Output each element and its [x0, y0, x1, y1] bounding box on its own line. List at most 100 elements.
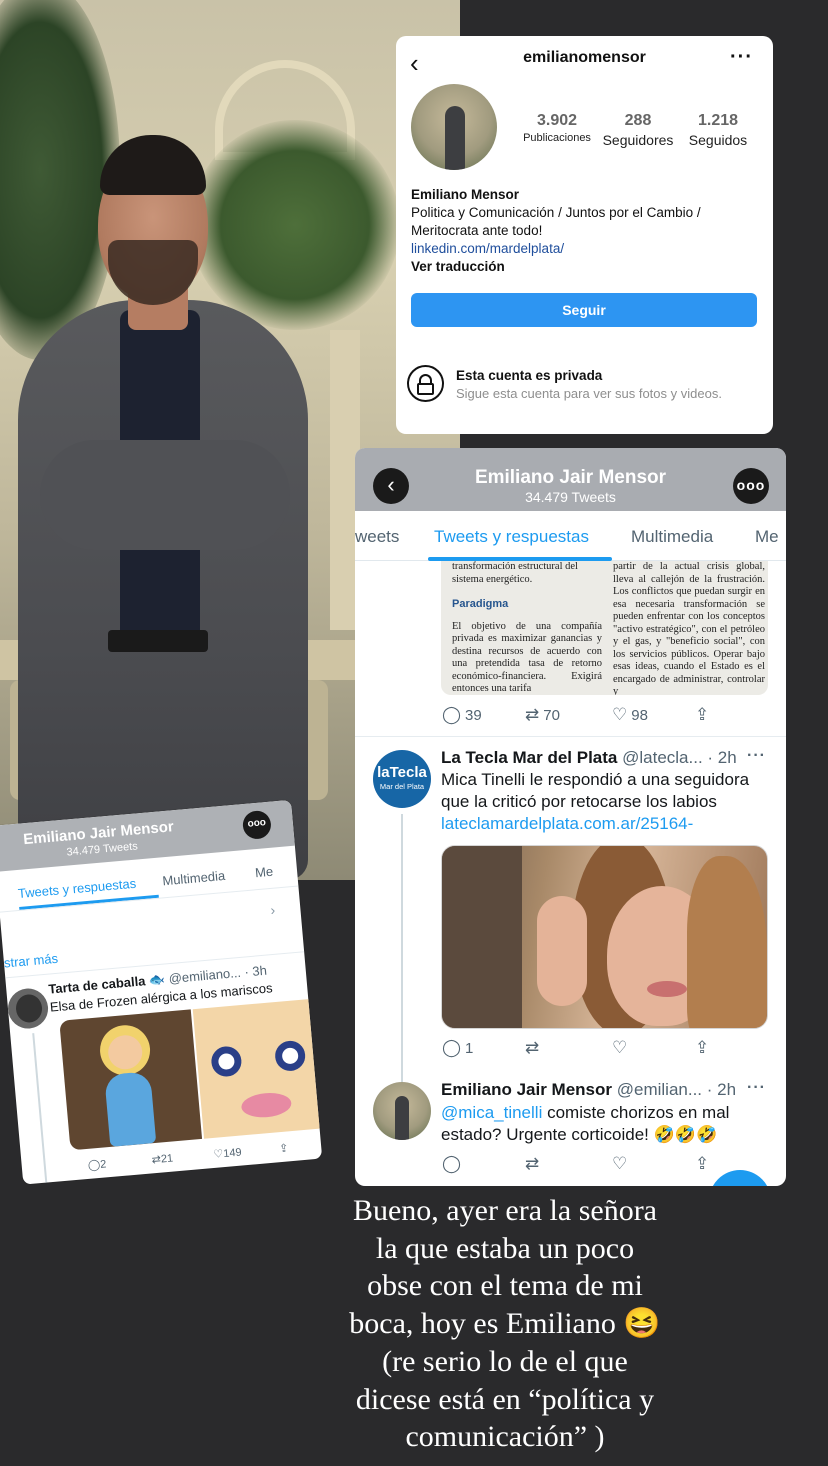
ellipsis-icon[interactable]: ooo — [733, 468, 769, 504]
share-button[interactable]: ⇪ — [279, 1141, 289, 1155]
like-button[interactable]: ♡149 — [213, 1146, 242, 1161]
share-icon: ⇪ — [695, 705, 710, 724]
newspaper-heading: Paradigma — [452, 598, 509, 610]
avatar[interactable] — [6, 986, 50, 1031]
bio-line: Meritocrata ante todo! — [411, 223, 543, 238]
share-button[interactable]: ⇪ — [695, 705, 709, 725]
tweet-handle: @emilian... · 2h — [616, 1080, 737, 1099]
ellipsis-icon[interactable]: ooo — [241, 809, 273, 841]
tab-tweets-replies[interactable]: Tweets y respuestas — [434, 527, 589, 547]
instagram-profile-card: ‹ emilianomensor ··· 3.902 Publicaciones… — [396, 36, 773, 434]
retweet-icon: ⇄ — [525, 705, 540, 724]
like-button[interactable]: ♡ — [612, 1154, 627, 1174]
twitter-small-card: Emiliano Jair Mensor 34.479 Tweets ooo T… — [0, 799, 323, 1185]
heart-icon: ♡ — [612, 1038, 628, 1057]
tweet-text: @mica_tinelli comiste chorizos en mal es… — [441, 1103, 730, 1144]
retweet-icon: ⇄ — [525, 1154, 540, 1173]
tweet-link[interactable]: lateclamardelplata.com.ar/25164- — [441, 813, 749, 835]
caption-line: obse con el tema de mi — [367, 1269, 643, 1303]
translate-link[interactable]: Ver traducción — [411, 258, 756, 276]
stat-value: 1.218 — [697, 112, 739, 129]
tweet-image[interactable] — [441, 845, 768, 1029]
mention-link[interactable]: @mica_tinelli — [441, 1103, 542, 1122]
reply-icon: ◯ — [442, 705, 462, 724]
tab-likes[interactable]: Me — [254, 864, 273, 881]
bio-name: Emiliano Mensor — [411, 187, 520, 202]
reply-count: 39 — [465, 706, 482, 724]
caption-line: (re serio lo de el que — [382, 1344, 628, 1378]
share-button[interactable]: ⇪ — [695, 1154, 709, 1174]
reply-count: 2 — [99, 1158, 107, 1171]
retweet-icon: ⇄ — [525, 1038, 540, 1057]
chevron-right-icon[interactable]: › — [270, 902, 276, 918]
tab-media[interactable]: Multimedia — [631, 527, 713, 547]
retweet-count: 70 — [543, 706, 560, 724]
reply-button[interactable]: ◯ 39 — [442, 705, 482, 725]
caption-line: dicese está en “política y — [355, 1382, 655, 1416]
profile-bio: Emiliano Mensor Politica y Comunicación … — [411, 186, 756, 276]
retweet-button[interactable]: ⇄ — [525, 1038, 539, 1058]
tweet-image[interactable] — [192, 997, 323, 1139]
tab-tweets[interactable]: weets — [355, 527, 399, 547]
compose-tweet-button[interactable] — [709, 1170, 771, 1186]
divider — [355, 736, 786, 737]
avatar[interactable] — [373, 1082, 431, 1140]
stat-value: 288 — [624, 112, 652, 129]
ellipsis-icon[interactable]: ··· — [730, 46, 753, 69]
stat-following[interactable]: 1.218 Seguidos — [683, 112, 753, 148]
tweet-text: Mica Tinelli le respondió a una seguidor… — [441, 770, 750, 835]
stat-value: 3.902 — [536, 112, 578, 129]
twitter-profile-card: ‹ Emiliano Jair Mensor 34.479 Tweets ooo… — [355, 448, 786, 1186]
stat-label: Seguidores — [602, 132, 674, 148]
reply-button[interactable]: ◯2 — [87, 1157, 107, 1172]
avatar-logo-subtext: Mar del Plata — [379, 782, 425, 791]
newspaper-image[interactable]: transformación estructural del sistema e… — [441, 561, 768, 695]
share-icon: ⇪ — [278, 1142, 289, 1156]
profile-username: emilianomensor — [523, 49, 646, 66]
avatar[interactable]: laTecla Mar del Plata — [373, 750, 431, 808]
twitter-header: ‹ Emiliano Jair Mensor 34.479 Tweets ooo — [355, 448, 786, 511]
bio-link[interactable]: linkedin.com/mardelplata/ — [411, 240, 756, 258]
tweet-count: 34.479 Tweets — [525, 489, 616, 505]
private-account-subtitle: Sigue esta cuenta para ver sus fotos y v… — [456, 386, 722, 401]
retweet-button[interactable]: ⇄ 70 — [525, 705, 560, 725]
tab-media[interactable]: Multimedia — [162, 868, 226, 888]
share-button[interactable]: ⇪ — [695, 1038, 709, 1058]
tweet-author[interactable]: La Tecla Mar del Plata @latecla... · 2h — [441, 748, 737, 768]
share-icon: ⇪ — [695, 1038, 710, 1057]
tweet-handle: @latecla... · 2h — [622, 748, 737, 767]
stat-posts[interactable]: 3.902 Publicaciones — [520, 112, 594, 144]
tweet-author[interactable]: Emiliano Jair Mensor @emilian... · 2h — [441, 1080, 736, 1100]
reply-button[interactable]: ◯ — [442, 1154, 461, 1174]
private-account-title: Esta cuenta es privada — [456, 368, 603, 383]
tweet-more-icon[interactable]: ··· — [747, 1079, 766, 1097]
lock-icon — [407, 365, 444, 402]
avatar[interactable] — [411, 84, 497, 170]
like-count: 98 — [631, 706, 648, 724]
newspaper-text: partir de la actual crisis global, lleva… — [613, 561, 765, 695]
thread-line — [401, 814, 403, 1086]
person-belt — [108, 630, 208, 652]
newspaper-text: El objetivo de una compañía privada es m… — [452, 620, 602, 695]
tweet-image[interactable] — [59, 1009, 203, 1151]
like-button[interactable]: ♡ 98 — [612, 705, 648, 725]
retweet-button[interactable]: ⇄21 — [151, 1152, 174, 1167]
tweet-author[interactable]: Emiliano Jair Mensor @emi... · 47min — [99, 1160, 322, 1184]
like-button[interactable]: ♡ — [612, 1038, 627, 1058]
stat-followers[interactable]: 288 Seguidores — [599, 112, 677, 148]
thread-line — [32, 1033, 49, 1185]
caption-line: Bueno, ayer era la señora — [352, 1194, 657, 1227]
follow-button[interactable]: Seguir — [411, 293, 757, 327]
tab-likes[interactable]: Me — [755, 527, 779, 547]
reply-button[interactable]: ◯ 1 — [442, 1038, 473, 1058]
like-count: 149 — [222, 1146, 243, 1161]
show-more-link[interactable]: strar más — [3, 951, 58, 971]
tweet-more-icon[interactable]: ··· — [747, 747, 766, 765]
caption-line: la que estaba un poco — [375, 1231, 635, 1265]
retweet-count: 21 — [160, 1152, 174, 1166]
retweet-button[interactable]: ⇄ — [525, 1154, 539, 1174]
newspaper-text: transformación estructural del sistema e… — [452, 561, 578, 585]
reply-icon: ◯ — [442, 1038, 462, 1057]
profile-name: Emiliano Jair Mensor — [474, 467, 667, 488]
stat-label: Seguidos — [688, 132, 748, 148]
